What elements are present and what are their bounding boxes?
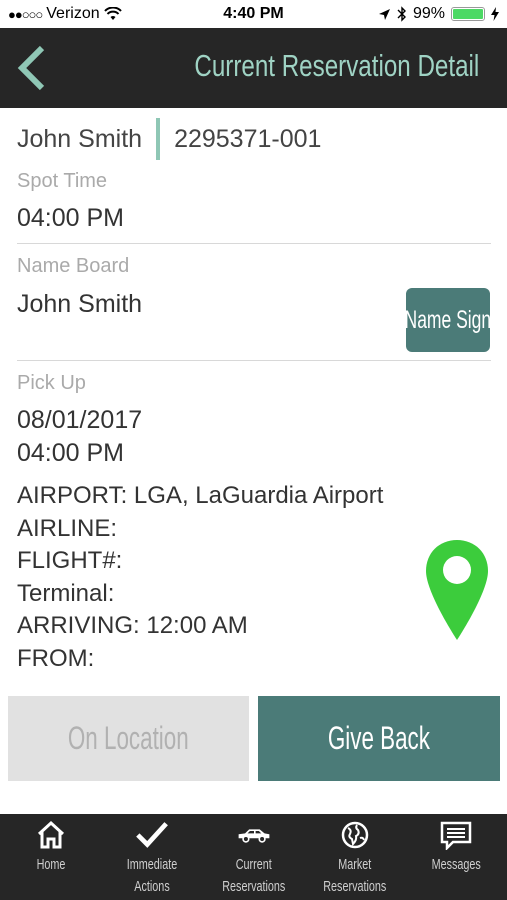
from-line: FROM:: [17, 644, 95, 672]
battery-percent: 99%: [412, 5, 445, 22]
separator-bar: [156, 118, 161, 160]
tab-current-reservations[interactable]: Current Reservations: [203, 814, 304, 900]
name-board-value: John Smith: [17, 290, 143, 318]
pick-up-date: 08/01/2017: [17, 406, 143, 434]
tab-messages[interactable]: Messages: [406, 814, 507, 900]
name-sign-button[interactable]: Name Sign: [404, 288, 492, 352]
chevron-left-icon: [17, 45, 45, 91]
location-arrow-icon: [378, 8, 390, 20]
charging-bolt-icon: [491, 7, 499, 21]
status-indicators: 99%: [378, 5, 499, 23]
reservation-summary: John Smith 2295371-001: [17, 118, 321, 160]
on-location-label: On Location: [68, 720, 189, 756]
messages-icon: [439, 818, 473, 852]
tab-market-reservations[interactable]: Market Reservations: [304, 814, 405, 900]
divider: [17, 243, 491, 244]
back-button[interactable]: [14, 44, 54, 92]
map-pin-button[interactable]: [424, 538, 490, 642]
status-bar: ●●○○○ Verizon 4:40 PM 99%: [0, 0, 507, 28]
tab-label: Home: [36, 856, 66, 873]
home-icon: [34, 818, 68, 852]
bluetooth-icon: [397, 6, 406, 22]
flight-details: AIRPORT: LGA, LaGuardia Airport AIRLINE:…: [17, 480, 383, 675]
passenger-name: John Smith: [17, 124, 143, 153]
pick-up-time: 04:00 PM: [17, 439, 125, 467]
flight-line: FLIGHT#:: [17, 547, 123, 574]
terminal-line: Terminal:: [17, 579, 115, 607]
arriving-line: ARRIVING: 12:00 AM: [17, 612, 248, 639]
spot-time-label: Spot Time: [17, 170, 108, 192]
airline-line: AIRLINE:: [17, 514, 118, 542]
tab-immediate-actions[interactable]: Immediate Actions: [101, 814, 202, 900]
tab-label: Messages: [431, 856, 481, 873]
tab-bar: Home Immediate Actions Current Reservati…: [0, 814, 507, 900]
name-board-label: Name Board: [17, 255, 130, 277]
tab-label: Market Reservations: [323, 856, 387, 895]
divider: [17, 360, 491, 361]
map-pin-icon: [426, 540, 488, 640]
page-title: Current Reservation Detail: [194, 48, 479, 83]
tab-label: Immediate Actions: [126, 856, 178, 895]
car-icon: [237, 818, 271, 852]
globe-icon: [338, 818, 372, 852]
pick-up-label: Pick Up: [17, 372, 86, 394]
name-sign-label: Name Sign: [404, 305, 492, 334]
spot-time-value: 04:00 PM: [17, 204, 125, 232]
battery-icon: [451, 7, 485, 21]
on-location-button[interactable]: On Location: [8, 696, 249, 781]
airport-line: AIRPORT: LGA, LaGuardia Airport: [17, 482, 384, 509]
tab-home[interactable]: Home: [0, 814, 101, 900]
tab-label: Current Reservations: [221, 856, 286, 895]
give-back-label: Give Back: [327, 720, 431, 756]
nav-header: Current Reservation Detail: [0, 28, 507, 108]
checkmark-icon: [135, 818, 169, 852]
give-back-button[interactable]: Give Back: [258, 696, 500, 781]
confirmation-number: 2295371-001: [174, 124, 322, 153]
